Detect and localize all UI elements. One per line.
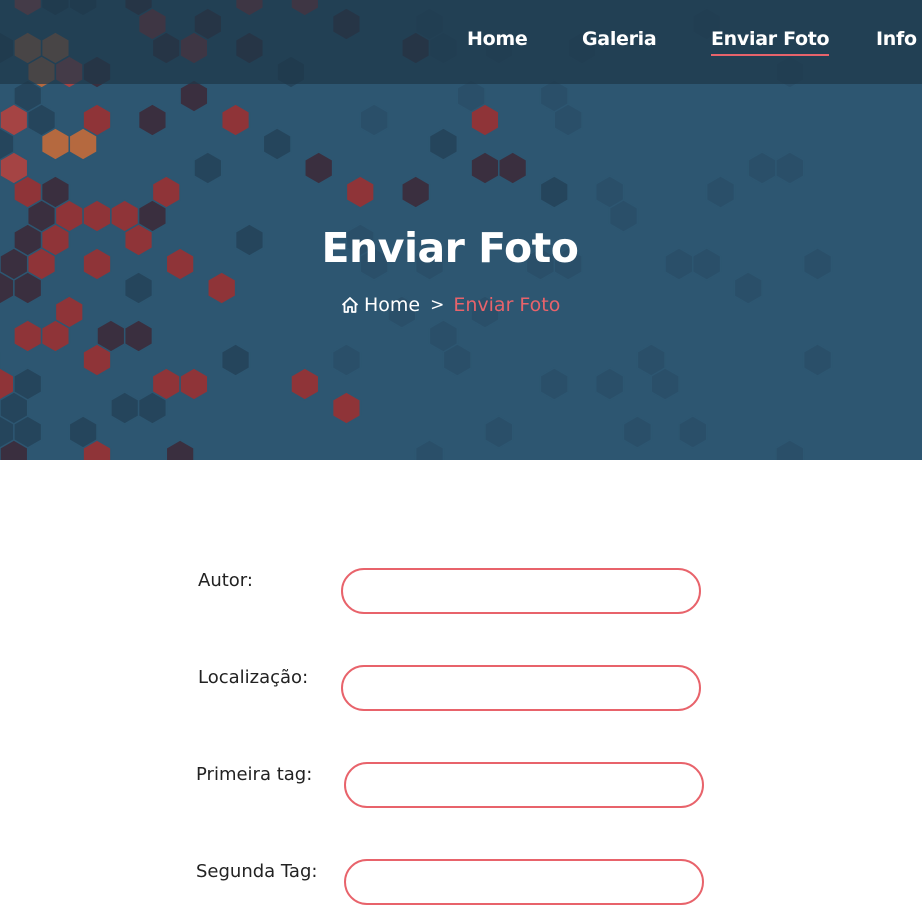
hexagon-tile — [470, 151, 500, 185]
primeira-tag-label: Primeira tag: — [196, 764, 313, 785]
hexagon-tile — [733, 271, 763, 305]
primeira-tag-input[interactable] — [344, 762, 704, 808]
breadcrumb-separator: > — [430, 295, 445, 315]
hexagon-tile — [40, 127, 71, 161]
hexagon-tile — [650, 367, 680, 401]
hexagon-tile — [290, 367, 320, 401]
hexagon-tile — [553, 103, 583, 137]
top-navbar: Home Galeria Enviar Foto Info A — [0, 0, 922, 84]
hexagon-tile — [428, 127, 459, 161]
hexagon-tile — [13, 319, 43, 353]
hexagon-tile — [498, 151, 528, 185]
hexagon-tile — [220, 343, 251, 377]
breadcrumb-current: Enviar Foto — [453, 294, 561, 316]
hexagon-tile — [401, 175, 431, 209]
hexagon-tile — [622, 415, 653, 449]
hexagon-tile — [802, 343, 833, 377]
hexagon-tile — [179, 79, 209, 113]
nav-galeria[interactable]: Galeria — [582, 28, 657, 50]
hexagon-tile — [137, 103, 168, 137]
hexagon-tile — [747, 151, 777, 185]
hexagon-tile — [193, 151, 223, 185]
hexagon-tile — [678, 415, 708, 449]
localizacao-label: Localização: — [198, 667, 309, 688]
segunda-tag-label: Segunda Tag: — [196, 861, 318, 882]
breadcrumb: Home > Enviar Foto — [340, 294, 560, 316]
autor-input[interactable] — [341, 568, 701, 614]
hexagon-tile — [220, 103, 251, 137]
hexagon-tile — [595, 367, 625, 401]
hexagon-tile — [207, 271, 237, 305]
segunda-tag-input[interactable] — [344, 859, 704, 905]
hexagon-tile — [414, 439, 445, 460]
hexagon-tile — [137, 391, 168, 425]
nav-home[interactable]: Home — [467, 28, 528, 50]
hexagon-tile — [442, 343, 472, 377]
autor-label: Autor: — [198, 570, 253, 591]
hexagon-tile — [179, 367, 209, 401]
hero-banner: Home Galeria Enviar Foto Info A Enviar F… — [0, 0, 922, 460]
hexagon-tile — [775, 151, 805, 185]
hexagon-tile — [68, 127, 98, 161]
nav-enviar-foto[interactable]: Enviar Foto — [711, 28, 830, 56]
hexagon-tile — [123, 319, 154, 353]
nav-info[interactable]: Info A — [876, 28, 922, 50]
hexagon-tile — [359, 103, 389, 137]
hexagon-tile — [345, 175, 375, 209]
hexagon-tile — [331, 343, 362, 377]
hexagon-tile — [539, 175, 569, 209]
localizacao-input[interactable] — [341, 665, 701, 711]
hexagon-tile — [331, 391, 362, 425]
hexagon-tile — [40, 319, 71, 353]
hexagon-tile — [165, 439, 195, 460]
home-icon[interactable] — [340, 295, 360, 315]
hexagon-tile — [110, 391, 140, 425]
hexagon-tile — [705, 175, 736, 209]
hexagon-tile — [484, 415, 514, 449]
hexagon-tile — [82, 343, 112, 377]
hexagon-tile — [304, 151, 334, 185]
hexagon-tile — [539, 367, 569, 401]
breadcrumb-home-link[interactable]: Home — [364, 294, 420, 316]
hexagon-tile — [123, 271, 154, 305]
hexagon-tile — [470, 103, 500, 137]
hexagon-tile — [13, 271, 43, 305]
page-title: Enviar Foto — [321, 224, 579, 272]
hexagon-tile — [262, 127, 292, 161]
hexagon-tile — [775, 439, 805, 460]
